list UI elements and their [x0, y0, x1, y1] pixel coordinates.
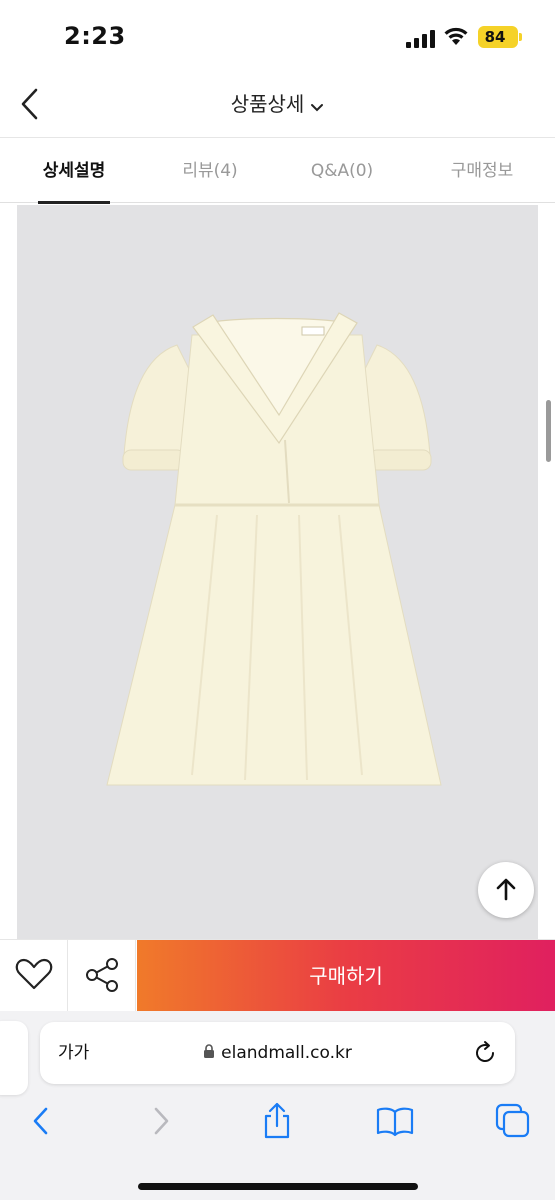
tab-bar: 상세설명 리뷰(4) Q&A(0) 구매정보: [0, 139, 555, 204]
share-icon: [86, 958, 118, 992]
cellular-signal-icon: [406, 30, 435, 48]
url-text: elandmall.co.kr: [221, 1043, 352, 1063]
tab-details[interactable]: 상세설명: [38, 139, 110, 204]
status-time: 2:23: [64, 22, 126, 50]
product-image: [17, 205, 538, 940]
scroll-to-top-button[interactable]: [478, 862, 534, 918]
battery-indicator: 84: [478, 26, 522, 48]
status-bar: 2:23 84: [0, 0, 555, 72]
tabs-icon[interactable]: [491, 1099, 535, 1143]
page-title-dropdown[interactable]: 상품상세: [0, 88, 555, 118]
chevron-down-icon: [310, 94, 324, 118]
wifi-icon: [444, 27, 468, 45]
like-button[interactable]: [0, 940, 68, 1012]
dress-photo: [106, 312, 442, 786]
home-indicator[interactable]: [138, 1183, 418, 1190]
arrow-up-icon: [496, 878, 516, 901]
app-header: 상품상세: [0, 72, 555, 138]
purchase-action-bar: 구매하기: [0, 939, 555, 1012]
browser-nav-row: [0, 1099, 555, 1143]
forward-icon[interactable]: [139, 1099, 183, 1143]
tab-reviews[interactable]: 리뷰(4): [170, 139, 250, 203]
previous-tab-peek[interactable]: [0, 1021, 28, 1095]
back-icon[interactable]: [19, 1099, 63, 1143]
share-button[interactable]: [68, 940, 136, 1012]
battery-cap: [519, 33, 522, 41]
url-display[interactable]: elandmall.co.kr: [40, 1022, 515, 1084]
bookmarks-icon[interactable]: [373, 1099, 417, 1143]
lock-icon: [204, 1043, 215, 1058]
address-bar[interactable]: 가가 elandmall.co.kr: [40, 1022, 515, 1084]
buy-button[interactable]: 구매하기: [137, 940, 555, 1012]
page-title: 상품상세: [230, 92, 305, 116]
battery-level: 84: [484, 28, 506, 46]
browser-toolbar: 가가 elandmall.co.kr: [0, 1011, 555, 1200]
tab-purchase-info[interactable]: 구매정보: [440, 139, 524, 203]
heart-icon: [15, 958, 53, 990]
scrollbar[interactable]: [546, 400, 551, 462]
reload-icon[interactable]: [471, 1039, 499, 1067]
tab-qna[interactable]: Q&A(0): [300, 139, 384, 203]
share-icon[interactable]: [255, 1099, 299, 1143]
